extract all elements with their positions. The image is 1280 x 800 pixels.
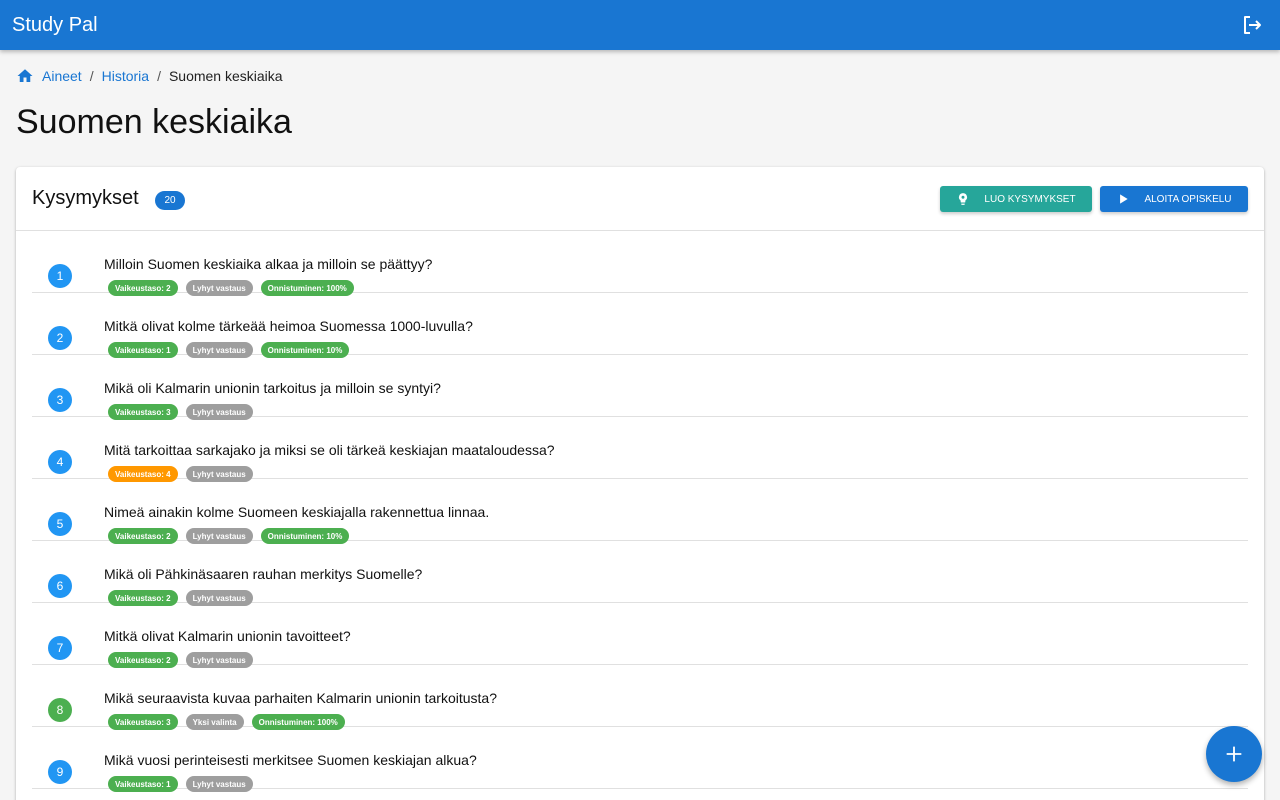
question-text: Mikä seuraavista kuvaa parhaiten Kalmari… — [104, 690, 497, 706]
question-number: 5 — [48, 512, 72, 536]
question-item[interactable]: 6 Mikä oli Pähkinäsaaren rauhan merkitys … — [32, 541, 1248, 606]
question-item[interactable]: 7 Mitkä olivat Kalmarin unionin tavoittee… — [32, 603, 1248, 668]
question-text: Mikä oli Kalmarin unionin tarkoitus ja m… — [104, 380, 441, 396]
logout-icon[interactable] — [1240, 13, 1264, 37]
start-studying-label: ALOITA OPISKELU — [1144, 193, 1232, 205]
question-number: 9 — [48, 760, 72, 784]
play-icon — [1116, 192, 1130, 206]
question-chips: Vaikeustaso: 1 Lyhyt vastaus — [108, 776, 253, 792]
question-text: Mitkä olivat Kalmarin unionin tavoitteet… — [104, 628, 351, 644]
question-item[interactable]: 3 Mikä oli Kalmarin unionin tarkoitus ja … — [32, 355, 1248, 420]
lightbulb-icon — [956, 192, 970, 206]
question-number: 2 — [48, 326, 72, 350]
question-item[interactable]: 8 Mikä seuraavista kuvaa parhaiten Kalmar… — [32, 665, 1248, 730]
question-text: Mikä oli Pähkinäsaaren rauhan merkitys S… — [104, 566, 423, 582]
question-item[interactable]: 4 Mitä tarkoittaa sarkajako ja miksi se o… — [32, 417, 1248, 482]
question-text: Mikä vuosi perinteisesti merkitsee Suome… — [104, 752, 477, 768]
question-number: 4 — [48, 450, 72, 474]
app-bar: Study Pal — [0, 0, 1280, 50]
card-header: Kysymykset 20 LUO KYSYMYKSET ALOITA OPIS… — [16, 167, 1264, 231]
add-question-button[interactable] — [1206, 726, 1262, 782]
difficulty-chip: Vaikeustaso: 1 — [108, 776, 178, 792]
breadcrumb-link-historia[interactable]: Historia — [102, 68, 149, 84]
question-number: 3 — [48, 388, 72, 412]
generate-questions-label: LUO KYSYMYKSET — [984, 193, 1076, 205]
question-type-chip: Lyhyt vastaus — [185, 776, 253, 792]
breadcrumb-link-aineet[interactable]: Aineet — [42, 68, 82, 84]
page-title: Suomen keskiaika — [16, 103, 292, 141]
question-number: 7 — [48, 636, 72, 660]
plus-icon — [1223, 743, 1245, 765]
generate-questions-button[interactable]: LUO KYSYMYKSET — [940, 186, 1092, 212]
question-number: 6 — [48, 574, 72, 598]
start-studying-button[interactable]: ALOITA OPISKELU — [1100, 186, 1248, 212]
question-number: 1 — [48, 264, 72, 288]
questions-card: Kysymykset 20 LUO KYSYMYKSET ALOITA OPIS… — [16, 167, 1264, 800]
question-count-badge: 20 — [155, 191, 185, 210]
breadcrumb-separator: / — [89, 68, 94, 84]
question-item[interactable]: 9 Mikä vuosi perinteisesti merkitsee Suom… — [32, 727, 1248, 792]
breadcrumb-separator: / — [157, 68, 161, 84]
app-title: Study Pal — [12, 13, 98, 36]
home-icon[interactable] — [16, 67, 34, 85]
question-list: 1 Milloin Suomen keskiaika alkaa ja millo… — [32, 231, 1248, 792]
question-text: Mitkä olivat kolme tärkeää heimoa Suomes… — [104, 318, 473, 334]
question-number: 8 — [48, 698, 72, 722]
question-text: Milloin Suomen keskiaika alkaa ja milloi… — [104, 256, 433, 272]
question-item[interactable]: 5 Nimeä ainakin kolme Suomeen keskiajalla… — [32, 479, 1248, 544]
question-text: Mitä tarkoittaa sarkajako ja miksi se ol… — [104, 442, 555, 458]
card-title: Kysymykset — [32, 187, 139, 209]
breadcrumb-current: Suomen keskiaika — [168, 68, 283, 84]
question-item[interactable]: 1 Milloin Suomen keskiaika alkaa ja millo… — [32, 231, 1248, 296]
question-item[interactable]: 2 Mitkä olivat kolme tärkeää heimoa Suome… — [32, 293, 1248, 358]
breadcrumb: Aineet / Historia / Suomen keskiaika — [16, 67, 283, 85]
question-text: Nimeä ainakin kolme Suomeen keskiajalla … — [104, 504, 490, 520]
